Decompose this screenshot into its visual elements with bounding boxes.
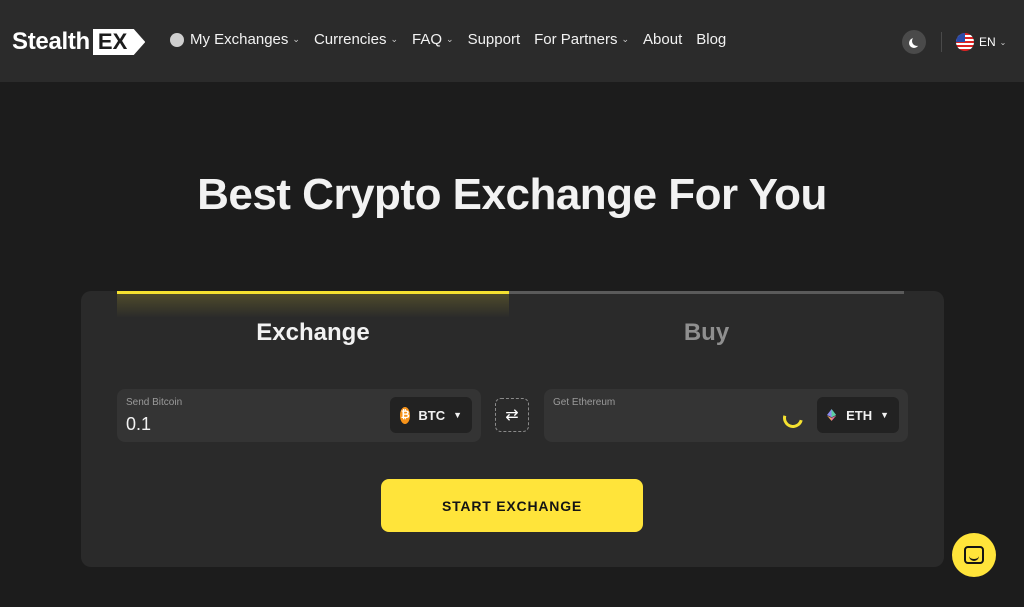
stealthex-logo[interactable]: Stealth EX: [12, 28, 146, 56]
ethereum-icon: [827, 409, 837, 421]
page-title: Best Crypto Exchange For You: [197, 170, 827, 219]
circle-icon: [170, 32, 184, 47]
us-flag-icon: [956, 33, 974, 51]
chevron-down-icon: ⌄: [390, 34, 399, 44]
header-divider: [941, 32, 942, 52]
nav-item-for-partners[interactable]: For Partners ⌄: [534, 31, 629, 48]
nav-item-label: About: [643, 31, 683, 48]
swap-arrows-icon: ⇄: [505, 407, 519, 424]
send-field: Send Bitcoin ₿ BTC ▼: [117, 389, 481, 442]
chat-support-button[interactable]: [952, 533, 996, 577]
start-exchange-button[interactable]: START EXCHANGE: [381, 479, 643, 532]
chat-icon: [964, 546, 984, 564]
get-currency-select[interactable]: ETH ▼: [817, 397, 899, 433]
nav-item-about[interactable]: About: [643, 31, 682, 48]
get-field: Get Ethereum ETH ▼: [544, 389, 908, 442]
nav-item-my-exchanges[interactable]: My Exchanges ⌄: [170, 31, 300, 48]
send-label: Send Bitcoin: [126, 397, 183, 408]
send-currency-select[interactable]: ₿ BTC ▼: [390, 397, 472, 433]
nav-item-label: Currencies: [313, 31, 387, 48]
exchange-widget: Exchange Buy Send Bitcoin ₿ BTC ▼ ⇄ Get …: [81, 291, 944, 567]
nav-item-label: For Partners: [534, 31, 618, 48]
chevron-down-icon: ⌄: [292, 34, 300, 44]
language-selector[interactable]: EN ⌄: [956, 33, 1006, 51]
send-currency-label: BTC: [418, 407, 446, 423]
logo-word: Stealth: [12, 28, 90, 55]
main-nav: My Exchanges ⌄ Currencies ⌄ FAQ ⌄ Suppor…: [170, 31, 740, 48]
nav-item-label: Blog: [696, 31, 727, 48]
nav-item-faq[interactable]: FAQ ⌄: [412, 31, 454, 48]
language-label: EN: [979, 35, 996, 49]
tab-exchange[interactable]: Exchange: [117, 319, 509, 347]
nav-item-blog[interactable]: Blog: [696, 31, 726, 48]
tab-indicator-inactive: [509, 291, 904, 294]
caret-down-icon: ▼: [453, 410, 462, 420]
swap-button[interactable]: ⇄: [495, 398, 529, 432]
get-currency-label: ETH: [846, 407, 873, 423]
nav-item-label: Support: [467, 31, 521, 48]
get-amount-input[interactable]: [553, 414, 793, 435]
get-label: Get Ethereum: [553, 397, 616, 408]
bitcoin-icon: ₿: [400, 406, 411, 424]
logo-badge: EX: [92, 29, 146, 55]
caret-down-icon: ▼: [880, 410, 889, 420]
nav-item-currencies[interactable]: Currencies ⌄: [314, 31, 398, 48]
nav-item-label: My Exchanges: [190, 31, 289, 48]
theme-toggle-button[interactable]: [902, 30, 926, 54]
moon-icon: [912, 36, 922, 46]
chevron-down-icon: ⌄: [446, 34, 454, 44]
send-amount-input[interactable]: [126, 414, 366, 435]
tab-buy[interactable]: Buy: [509, 319, 904, 347]
header: Stealth EX My Exchanges ⌄ Currencies ⌄ F…: [0, 0, 1024, 82]
tab-glow: [117, 294, 509, 318]
nav-item-support[interactable]: Support: [468, 31, 521, 48]
nav-item-label: FAQ: [412, 31, 443, 48]
chevron-down-icon: ⌄: [621, 34, 630, 44]
chevron-down-icon: ⌄: [999, 37, 1007, 47]
